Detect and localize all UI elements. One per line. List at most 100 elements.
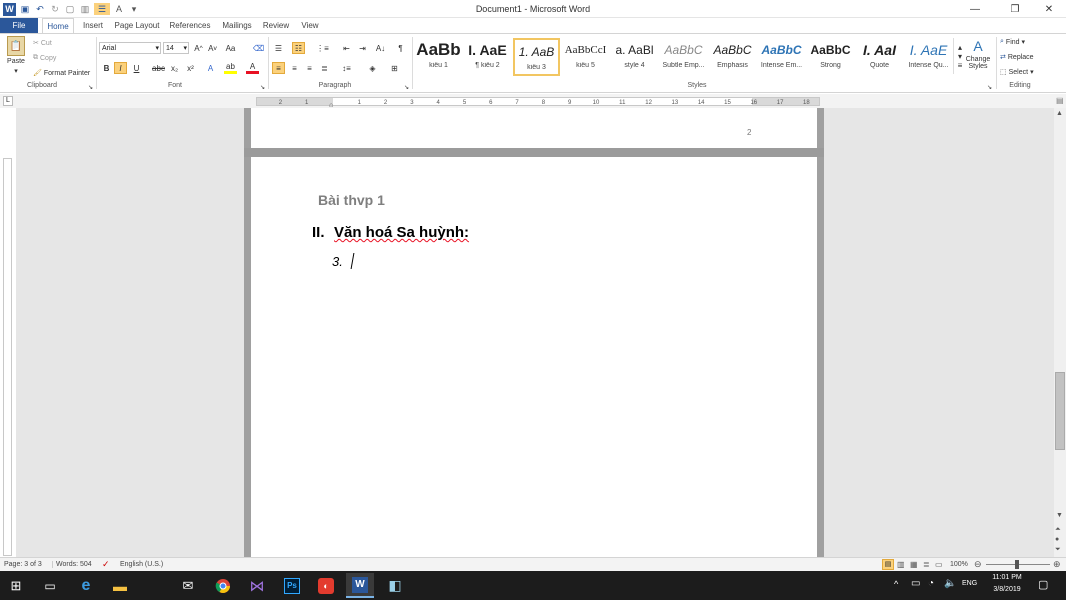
tab-selector[interactable]: L <box>3 96 13 106</box>
tab-file[interactable]: File <box>0 18 38 33</box>
sort-icon[interactable]: A↓ <box>374 42 387 54</box>
scroll-down-icon[interactable]: ▼ <box>1056 512 1063 519</box>
replace-button[interactable]: ⇄ Replace <box>1000 53 1034 62</box>
numbering-icon[interactable]: ☷ <box>292 42 305 54</box>
word-count[interactable]: Words: 504 <box>52 561 92 568</box>
proofing-icon[interactable]: ✓ <box>102 559 110 570</box>
style-emphasis[interactable]: AaBbC Emphasis <box>709 38 756 76</box>
bold-button[interactable]: B <box>100 62 113 74</box>
line-spacing-icon[interactable]: ↕≡ <box>340 62 353 74</box>
find-button[interactable]: ⌕ Find ▾ <box>1000 38 1025 46</box>
clock-time[interactable]: 11:01 PM <box>984 574 1030 581</box>
style-kieu-2[interactable]: I. AaE ¶ kiểu 2 <box>464 38 511 76</box>
view-ruler-icon[interactable]: ▤ <box>1056 96 1066 106</box>
style-kieu-3[interactable]: 1. AaB kiểu 3 <box>513 38 560 76</box>
wifi-icon[interactable]: ◔ <box>928 578 934 589</box>
multilevel-list-icon[interactable]: ⋮≡ <box>316 42 329 54</box>
style-intense-emphasis[interactable]: AaBbC Intense Em... <box>758 38 805 76</box>
font-name-dropdown[interactable]: Arial ▾ <box>99 42 161 54</box>
notepad-icon[interactable]: ◧ <box>381 573 409 598</box>
text-effects-icon[interactable]: A <box>204 62 217 74</box>
strikethrough-button[interactable]: abc <box>152 62 165 74</box>
font-color-icon[interactable]: A <box>246 62 259 74</box>
justify-icon[interactable]: ≣ <box>318 62 331 74</box>
visual-studio-icon[interactable]: ⋈ <box>243 573 271 598</box>
align-left-icon[interactable]: ≡ <box>272 62 285 74</box>
previous-page-icon[interactable]: ⏶ <box>1055 526 1061 534</box>
align-center-icon[interactable]: ≡ <box>288 62 301 74</box>
input-language[interactable]: ENG <box>962 580 977 587</box>
minimize-button[interactable]: — <box>960 0 990 18</box>
tab-review[interactable]: Review <box>260 18 292 33</box>
tab-insert[interactable]: Insert <box>78 18 108 33</box>
page-count[interactable]: Page: 3 of 3 <box>4 561 42 568</box>
shading-icon[interactable]: ◈ <box>366 62 379 74</box>
copy-button[interactable]: ⧉ Copy <box>33 54 56 62</box>
clock-date[interactable]: 3/8/2019 <box>984 586 1030 593</box>
superscript-button[interactable]: x² <box>184 62 197 74</box>
web-layout-icon[interactable]: ▦ <box>910 560 918 569</box>
word-taskbar-icon[interactable]: W <box>346 573 374 598</box>
scroll-up-icon[interactable]: ▲ <box>1056 110 1063 117</box>
previous-page[interactable]: 2 <box>251 108 817 148</box>
style-kieu-5[interactable]: AaBbCcI kiểu 5 <box>562 38 609 76</box>
tab-home[interactable]: Home <box>42 18 74 33</box>
style-subtle-emphasis[interactable]: AaBbC Subtle Emp... <box>660 38 707 76</box>
show-hidden-icons[interactable]: ^ <box>894 579 898 589</box>
italic-button[interactable]: I <box>114 62 127 74</box>
bullets-icon[interactable]: ☰ <box>272 42 285 54</box>
styles-launcher-icon[interactable]: ↘ <box>983 81 996 93</box>
draft-icon[interactable]: ▭ <box>935 560 943 569</box>
outline-icon[interactable]: ≣ <box>923 560 930 569</box>
grow-font-icon[interactable]: A ^ <box>192 42 205 54</box>
next-page-icon[interactable]: ⏷ <box>1055 546 1061 554</box>
paste-button[interactable]: 📋 Paste ▾ <box>4 36 28 75</box>
decrease-indent-icon[interactable]: ⇤ <box>340 42 353 54</box>
style-style-4[interactable]: a. AaBl style 4 <box>611 38 658 76</box>
garena-icon[interactable]: ◐ <box>312 573 340 598</box>
current-page[interactable]: Bài thvp 1 II. Văn hoá Sa huỳnh: 3. <box>251 157 817 557</box>
file-explorer-icon[interactable]: ▬ <box>106 573 134 598</box>
style-kieu-1[interactable]: AaBb kiểu 1 <box>415 38 462 76</box>
full-screen-reading-icon[interactable]: ▥ <box>897 560 905 569</box>
tab-page-layout[interactable]: Page Layout <box>112 18 162 33</box>
mail-icon[interactable]: ✉ <box>174 573 202 598</box>
change-case-icon[interactable]: Aa <box>224 42 237 54</box>
start-windows-icon[interactable]: ⊞ <box>2 573 30 598</box>
tab-references[interactable]: References <box>166 18 214 33</box>
underline-button[interactable]: U <box>130 62 143 74</box>
volume-icon[interactable]: 🔈 <box>944 578 956 589</box>
close-button[interactable]: ✕ <box>1034 0 1064 18</box>
action-center-icon[interactable]: ▢ <box>1038 578 1048 591</box>
zoom-out-icon[interactable]: ⊖ <box>974 559 982 570</box>
maximize-button[interactable]: ❐ <box>1000 0 1030 18</box>
show-formatting-icon[interactable]: ¶ <box>394 42 407 54</box>
scroll-thumb[interactable] <box>1055 372 1065 450</box>
borders-icon[interactable]: ⊞ <box>388 62 401 74</box>
style-strong[interactable]: AaBbC Strong <box>807 38 854 76</box>
style-quote[interactable]: I. AaI Quote <box>856 38 903 76</box>
shrink-font-icon[interactable]: Av <box>206 42 219 54</box>
chrome-icon[interactable] <box>209 573 237 598</box>
highlight-icon[interactable]: ab <box>224 62 237 74</box>
font-size-dropdown[interactable]: 14 ▾ <box>163 42 189 54</box>
vertical-ruler[interactable] <box>3 158 12 556</box>
photoshop-icon[interactable]: Ps <box>278 573 306 598</box>
edge-browser-icon[interactable]: e <box>72 573 100 598</box>
zoom-level[interactable]: 100% <box>950 561 968 568</box>
horizontal-ruler[interactable]: 2 1 1 2 3 4 5 6 7 8 9 10 11 12 13 14 15 16 17 18 ⌂ <box>256 97 820 109</box>
language-indicator[interactable]: English (U.S.) <box>120 561 163 568</box>
zoom-in-icon[interactable]: ⊕ <box>1053 559 1061 570</box>
browse-object-icon[interactable]: ● <box>1055 536 1059 543</box>
select-button[interactable]: ⬚ Select ▾ <box>1000 68 1034 77</box>
align-right-icon[interactable]: ≡ <box>303 62 316 74</box>
format-painter-button[interactable]: 🖌 Format Painter <box>33 69 90 78</box>
tab-view[interactable]: View <box>296 18 324 33</box>
increase-indent-icon[interactable]: ⇥ <box>356 42 369 54</box>
vertical-scrollbar[interactable] <box>1054 108 1066 557</box>
clear-formatting-icon[interactable]: ⌫ <box>252 42 265 54</box>
task-view-icon[interactable]: ▭ <box>36 573 64 598</box>
style-intense-quote[interactable]: I. AaE Intense Qu... <box>905 38 952 76</box>
change-styles-button[interactable]: A Change Styles <box>963 38 993 70</box>
network-icon[interactable]: ▭ <box>911 578 920 589</box>
